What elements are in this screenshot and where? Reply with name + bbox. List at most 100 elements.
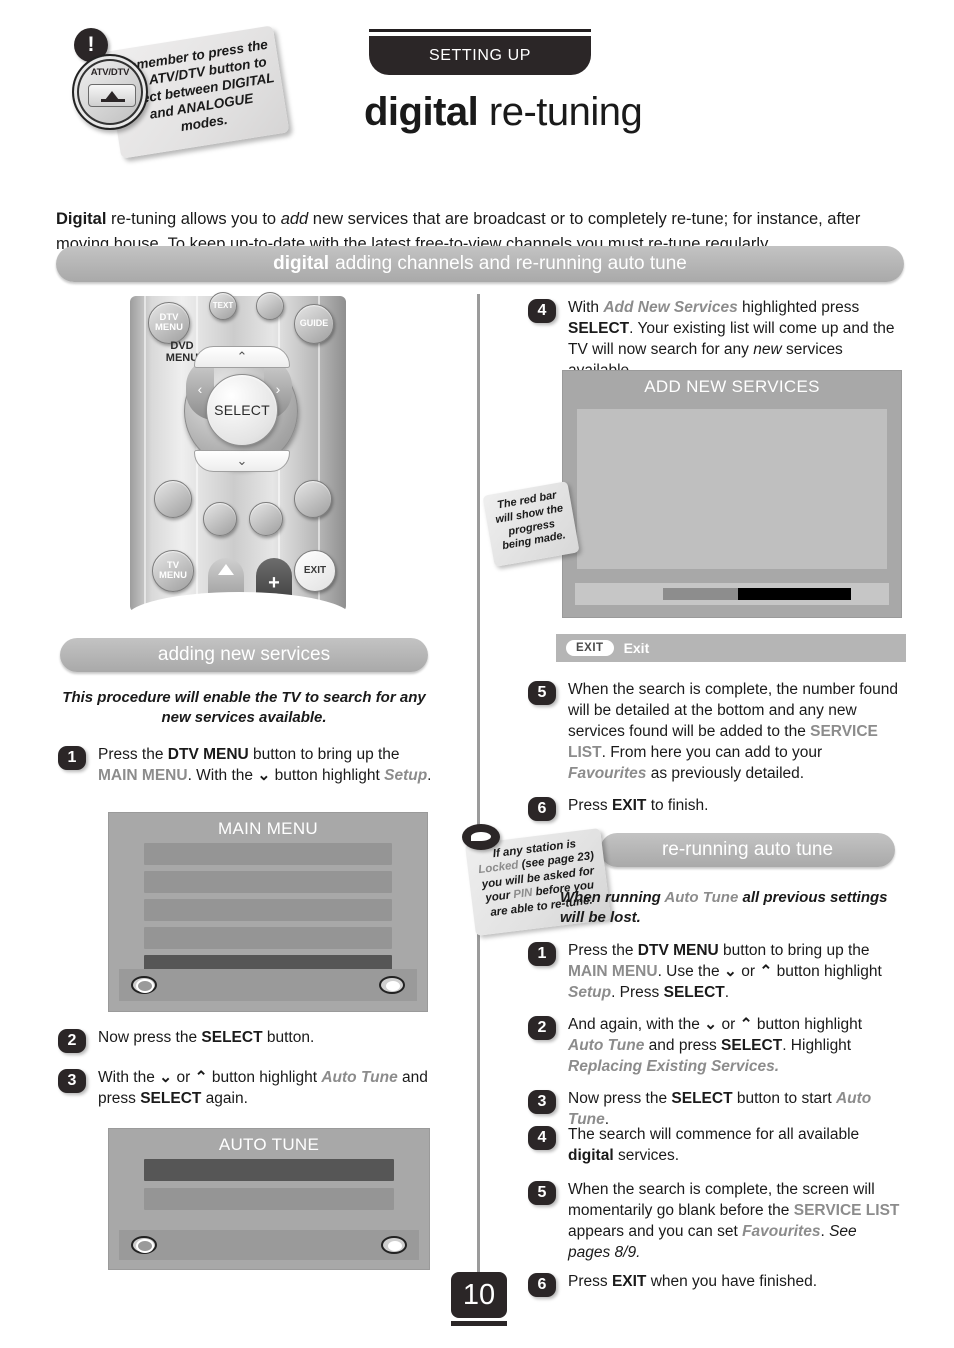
- column-divider: [477, 294, 480, 1290]
- step-text: Press the DTV MENU button to bring up th…: [568, 942, 882, 1001]
- section-label: SETTING UP: [369, 36, 591, 75]
- guide-button-label: GUIDE: [299, 318, 329, 329]
- main-menu-screen-title: MAIN MENU: [218, 819, 318, 838]
- menu-row[interactable]: [143, 871, 393, 893]
- triangle-up-icon: [218, 564, 234, 575]
- colour-button-4[interactable]: [249, 502, 283, 536]
- red-bar-note: The red bar will show the progress being…: [482, 481, 580, 567]
- select-button-label: SELECT: [214, 402, 270, 418]
- exit-hint-bar: EXIT Exit: [556, 634, 906, 662]
- dpad-down-button[interactable]: ⌄: [194, 450, 290, 472]
- atv-dtv-button-label: ATV/DTV: [90, 67, 130, 78]
- menu-row[interactable]: [143, 927, 393, 949]
- guide-button[interactable]: GUIDE: [294, 304, 334, 344]
- step-text: Press EXIT when you have finished.: [568, 1273, 818, 1290]
- exit-hint-label: Exit: [623, 640, 650, 656]
- step-number: 2: [58, 1029, 86, 1053]
- select-ring-icon: [381, 1236, 407, 1254]
- red-bar-note-text: The red bar will show the progress being…: [494, 489, 567, 553]
- step-text: When the search is complete, the screen …: [568, 1181, 900, 1261]
- exit-button-label: EXIT: [303, 564, 327, 576]
- progress-bar: [575, 583, 889, 605]
- step-number: 4: [528, 1126, 556, 1150]
- banner-digital-adding-channels: digital adding channels and re-running au…: [56, 246, 904, 282]
- step-number: 1: [58, 746, 86, 770]
- tv-menu-button[interactable]: TV MENU: [152, 550, 194, 592]
- adding-new-services-subhead: This procedure will enable the TV to sea…: [62, 689, 426, 727]
- service-list-area: [577, 409, 887, 569]
- header-rule: [369, 29, 591, 32]
- step-item: 6 Press EXIT when you have finished.: [528, 1272, 900, 1297]
- step-text: Now press the SELECT button.: [98, 1029, 315, 1046]
- page-number-underline: [451, 1321, 507, 1326]
- page-title-bold: digital: [364, 90, 479, 134]
- exit-button[interactable]: EXIT: [294, 550, 336, 592]
- menu-row[interactable]: [144, 1188, 394, 1210]
- intro-lead: Digital: [56, 209, 107, 228]
- step-number: 1: [528, 942, 556, 966]
- auto-tune-screen: AUTO TUNE: [108, 1128, 430, 1270]
- step-number: 5: [528, 681, 556, 705]
- step-item: 1 Press the DTV MENU button to bring up t…: [528, 941, 900, 1004]
- menu-row[interactable]: [143, 899, 393, 921]
- page-number-tick: [477, 1264, 480, 1272]
- dpad-up-button[interactable]: ⌃: [194, 346, 290, 368]
- step-item: 3 With the ⌄ or ⌃ button highlight Auto …: [58, 1068, 433, 1110]
- banner-main-bold: digital: [273, 253, 330, 274]
- dpad-left-label: ‹: [197, 381, 203, 397]
- text-button-label: TEXT: [212, 300, 234, 310]
- main-menu-screen: MAIN MENU: [108, 812, 428, 1012]
- step-text: Press EXIT to finish.: [568, 797, 709, 814]
- progress-grey-segment: [662, 588, 739, 600]
- main-menu-footbar: [119, 969, 417, 1001]
- auto-tune-rows: [109, 1159, 429, 1210]
- speech-bubble-icon: [462, 824, 500, 850]
- intro-a: re-tuning allows you to: [106, 209, 281, 228]
- menu-row[interactable]: [144, 1159, 394, 1181]
- text-button[interactable]: TEXT: [209, 292, 237, 320]
- step-item: 5 When the search is complete, the numbe…: [528, 680, 900, 785]
- add-new-services-screen: ADD NEW SERVICES: [562, 370, 902, 618]
- step-number: 5: [528, 1181, 556, 1205]
- banner-main-light: adding channels and re-running auto tune: [335, 253, 687, 274]
- dtv-menu-button[interactable]: DTV MENU: [148, 302, 190, 344]
- step-text: Press the DTV MENU button to bring up th…: [98, 746, 432, 784]
- page-title: digital re-tuning: [364, 90, 643, 134]
- step-text: When the search is complete, the number …: [568, 681, 898, 782]
- step-number: 6: [528, 1273, 556, 1297]
- re-running-auto-tune-subhead: When running Auto Tune all previous sett…: [560, 889, 888, 927]
- back-ring-icon: [131, 1236, 157, 1254]
- volume-plus-label: +: [268, 572, 280, 594]
- page-number-box: 10: [451, 1272, 507, 1318]
- colour-button-1[interactable]: [154, 480, 192, 518]
- tv-menu-button-label: TV MENU: [159, 560, 187, 581]
- colour-button-2[interactable]: [294, 480, 332, 518]
- page-title-light: re-tuning: [478, 90, 643, 134]
- atv-dtv-note: Remember to press the the ATV/DTV button…: [72, 25, 290, 159]
- step-number: 3: [58, 1069, 86, 1093]
- step-item: 4 The search will commence for all availa…: [528, 1125, 900, 1167]
- dtv-menu-button-label: DTV MENU: [155, 312, 183, 333]
- dpad-right-label: ›: [275, 381, 281, 397]
- progress-red-segment: [738, 588, 852, 600]
- banner-re-running-auto-tune: re-running auto tune: [600, 833, 895, 867]
- exit-key-icon: EXIT: [566, 640, 614, 656]
- bar-icon: [101, 99, 125, 102]
- step-text: And again, with the ⌄ or ⌃ button highli…: [568, 1016, 863, 1075]
- step-item: 2 And again, with the ⌄ or ⌃ button highl…: [528, 1015, 900, 1078]
- back-ring-icon: [131, 976, 157, 994]
- step-item: 6 Press EXIT to finish.: [528, 796, 900, 821]
- auto-tune-footbar: [119, 1230, 419, 1260]
- banner-adding-new-services: adding new services: [60, 638, 428, 672]
- extra-top-button[interactable]: [256, 292, 284, 320]
- step-item: 1 Press the DTV MENU button to bring up …: [58, 745, 433, 787]
- step-number: 4: [528, 299, 556, 323]
- step-number: 6: [528, 797, 556, 821]
- step-item: 5 When the search is complete, the screen…: [528, 1180, 900, 1264]
- step-text: The search will commence for all availab…: [568, 1126, 860, 1164]
- step-number: 2: [528, 1016, 556, 1040]
- menu-row[interactable]: [143, 843, 393, 865]
- dpad-up-label: ⌃: [236, 349, 248, 364]
- colour-button-3[interactable]: [203, 502, 237, 536]
- select-button[interactable]: SELECT: [206, 374, 278, 446]
